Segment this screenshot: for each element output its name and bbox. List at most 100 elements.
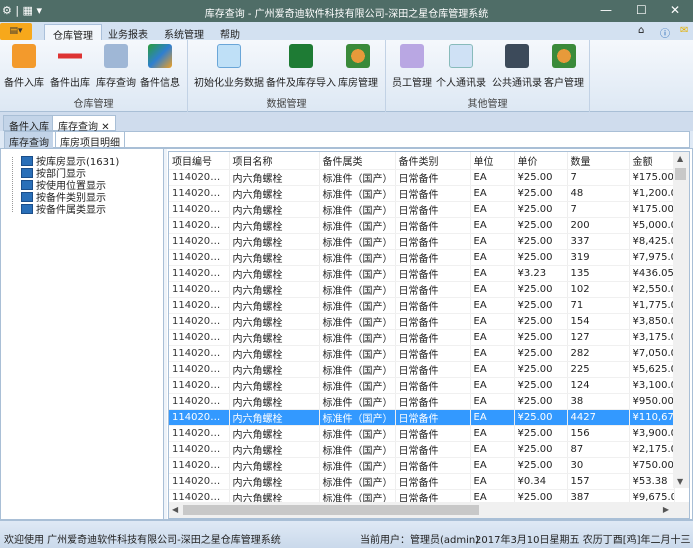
- column-header[interactable]: 项目名称: [229, 152, 320, 170]
- table-row[interactable]: 11402030... 内六角螺栓 标准件（国产） 日常备件 EA ¥25.00 71 ¥1,…: [169, 297, 675, 314]
- table-cell: ¥25.00: [514, 249, 568, 266]
- table-cell: 7: [567, 201, 630, 218]
- doc-tab-inventory[interactable]: 库存查询 ✕: [52, 115, 116, 133]
- table-cell: ¥3,900.00: [629, 425, 675, 442]
- table-cell: 标准件（国产）: [319, 393, 396, 410]
- table-cell: 124: [567, 377, 630, 394]
- table-cell: 11402030...: [169, 169, 230, 186]
- table-cell: 日常备件: [395, 361, 471, 378]
- table-row[interactable]: 11402030... 内六角螺栓 标准件（国产） 日常备件 EA ¥25.00 30 ¥75…: [169, 457, 675, 474]
- column-header[interactable]: 项目编号: [169, 152, 230, 170]
- table-row[interactable]: 11402030... 内六角螺栓 标准件（国产） 日常备件 EA ¥25.00 102 ¥2…: [169, 281, 675, 298]
- warehouse-mgmt-button[interactable]: 库房管理: [338, 44, 378, 89]
- employee-mgmt-button[interactable]: 员工管理: [392, 44, 432, 89]
- table-cell: ¥750.00: [629, 457, 675, 474]
- table-row[interactable]: 11402030... 内六角螺栓 标准件（国产） 日常备件 EA ¥25.00 282 ¥7…: [169, 345, 675, 362]
- personal-contacts-button[interactable]: 个人通讯录: [436, 44, 486, 89]
- vertical-scrollbar[interactable]: ▲ ▼: [673, 152, 689, 488]
- doc-tab-stock-in[interactable]: 备件入库: [3, 115, 55, 133]
- table-cell: 11402030...: [169, 409, 230, 426]
- table-row[interactable]: 11402030... 内六角螺栓 标准件（国产） 日常备件 EA ¥25.00 154 ¥3…: [169, 313, 675, 330]
- table-row[interactable]: 11402030... 内六角螺栓 标准件（国产） 日常备件 EA ¥25.00 156 ¥3…: [169, 425, 675, 442]
- tree-node[interactable]: 按备件类别显示: [21, 189, 106, 204]
- tab-warehouse[interactable]: 仓库管理: [44, 24, 102, 42]
- minimize-button[interactable]: —: [600, 3, 612, 17]
- table-cell: ¥25.00: [514, 313, 568, 330]
- mail-icon[interactable]: ✉: [680, 25, 688, 36]
- tree-node[interactable]: 按备件属类显示: [21, 201, 106, 216]
- column-header[interactable]: 备件属类: [319, 152, 396, 170]
- table-cell: ¥1,775.00: [629, 297, 675, 314]
- table-row[interactable]: 11402030... 内六角螺栓 标准件（国产） 日常备件 EA ¥25.00 225 ¥5…: [169, 361, 675, 378]
- stock-in-button[interactable]: 备件入库: [4, 44, 44, 89]
- table-row[interactable]: 11402030... 内六角螺栓 标准件（国产） 日常备件 EA ¥25.00 7 ¥175…: [169, 169, 675, 186]
- tab-reports[interactable]: 业务报表: [100, 24, 156, 41]
- table-cell: 157: [567, 473, 630, 490]
- tree-node[interactable]: 按部门显示: [21, 165, 86, 180]
- table-cell: 日常备件: [395, 313, 471, 330]
- table-cell: 内六角螺栓: [229, 329, 320, 346]
- new-doc-icon: [217, 44, 241, 68]
- table-row[interactable]: 11402030... 内六角螺栓 标准件（国产） 日常备件 EA ¥25.00 319 ¥7…: [169, 249, 675, 266]
- parts-info-button[interactable]: 备件信息: [140, 44, 180, 89]
- table-cell: 日常备件: [395, 169, 471, 186]
- customer-mgmt-button[interactable]: 客户管理: [544, 44, 584, 89]
- table-row[interactable]: 11402030... 内六角螺栓 标准件（国产） 日常备件 EA ¥3.23 135 ¥43…: [169, 265, 675, 282]
- status-bar: 欢迎使用 广州爱奇迪软件科技有限公司-深田之星仓库管理系统 当前用户：管理员(a…: [0, 520, 693, 548]
- init-data-button[interactable]: 初始化业务数据: [194, 44, 264, 89]
- table-cell: ¥25.00: [514, 329, 568, 346]
- table-row[interactable]: 11402030... 内六角螺栓 标准件（国产） 日常备件 EA ¥25.00 87 ¥2,…: [169, 441, 675, 458]
- table-cell: 日常备件: [395, 441, 471, 458]
- table-cell: EA: [470, 473, 515, 490]
- table-cell: 内六角螺栓: [229, 441, 320, 458]
- tree-node[interactable]: 按库房显示(1631): [21, 153, 119, 168]
- info-icon[interactable]: ⓘ: [660, 25, 670, 40]
- column-header[interactable]: 金额: [629, 152, 675, 170]
- table-cell: EA: [470, 169, 515, 186]
- table-row[interactable]: 11402030... 内六角螺栓 标准件（国产） 日常备件 EA ¥25.00 4427 ¥…: [169, 409, 675, 426]
- splitter[interactable]: [164, 149, 167, 519]
- maximize-button[interactable]: ☐: [636, 3, 647, 17]
- table-icon: [21, 204, 33, 214]
- table-cell: ¥3.23: [514, 265, 568, 282]
- column-header[interactable]: 单位: [470, 152, 515, 170]
- table-cell: 内六角螺栓: [229, 169, 320, 186]
- column-header[interactable]: 数量: [567, 152, 630, 170]
- table-row[interactable]: 11402030... 内六角螺栓 标准件（国产） 日常备件 EA ¥25.00 124 ¥3…: [169, 377, 675, 394]
- table-row[interactable]: 11402030... 内六角螺栓 标准件（国产） 日常备件 EA ¥25.00 38 ¥95…: [169, 393, 675, 410]
- import-button[interactable]: 备件及库存导入: [266, 44, 336, 89]
- table-cell: 日常备件: [395, 345, 471, 362]
- table-cell: ¥25.00: [514, 409, 568, 426]
- horizontal-scrollbar[interactable]: ◀ ▶: [169, 502, 689, 518]
- table-row[interactable]: 11402030... 内六角螺栓 标准件（国产） 日常备件 EA ¥0.34 157 ¥53…: [169, 473, 675, 490]
- table-cell: 内六角螺栓: [229, 425, 320, 442]
- table-cell: 48: [567, 185, 630, 202]
- table-row[interactable]: 11402030... 内六角螺栓 标准件（国产） 日常备件 EA ¥25.00 127 ¥3…: [169, 329, 675, 346]
- column-header[interactable]: 单价: [514, 152, 568, 170]
- table-cell: ¥25.00: [514, 217, 568, 234]
- app-menu-button[interactable]: ▤▾: [0, 23, 32, 40]
- tree-node[interactable]: 按使用位置显示: [21, 177, 106, 192]
- table-cell: 标准件（国产）: [319, 361, 396, 378]
- column-header[interactable]: 备件类别: [395, 152, 471, 170]
- table-cell: ¥2,550.00: [629, 281, 675, 298]
- subtab-warehouse-detail[interactable]: 库房项目明细: [55, 132, 125, 149]
- table-cell: ¥25.00: [514, 233, 568, 250]
- table-row[interactable]: 11402030... 内六角螺栓 标准件（国产） 日常备件 EA ¥25.00 337 ¥8…: [169, 233, 675, 250]
- stock-out-button[interactable]: 备件出库: [50, 44, 90, 89]
- table-cell: ¥175.00: [629, 169, 675, 186]
- table-cell: 内六角螺栓: [229, 361, 320, 378]
- table-row[interactable]: 11402030... 内六角螺栓 标准件（国产） 日常备件 EA ¥25.00 200 ¥5…: [169, 217, 675, 234]
- table-cell: 标准件（国产）: [319, 169, 396, 186]
- tab-help[interactable]: 帮助: [212, 24, 248, 41]
- inventory-query-button[interactable]: 库存查询: [96, 44, 136, 89]
- collapse-ribbon-icon[interactable]: ⌂: [638, 25, 644, 36]
- table-cell: 标准件（国产）: [319, 233, 396, 250]
- subtab-inventory[interactable]: 库存查询: [5, 132, 53, 149]
- table-row[interactable]: 11402030... 内六角螺栓 标准件（国产） 日常备件 EA ¥25.00 7 ¥175…: [169, 201, 675, 218]
- public-contacts-button[interactable]: 公共通讯录: [492, 44, 542, 89]
- close-button[interactable]: ✕: [670, 3, 680, 17]
- tab-system[interactable]: 系统管理: [156, 24, 212, 41]
- table-cell: 11402030...: [169, 281, 230, 298]
- table-row[interactable]: 11402030... 内六角螺栓 标准件（国产） 日常备件 EA ¥25.00 48 ¥1,…: [169, 185, 675, 202]
